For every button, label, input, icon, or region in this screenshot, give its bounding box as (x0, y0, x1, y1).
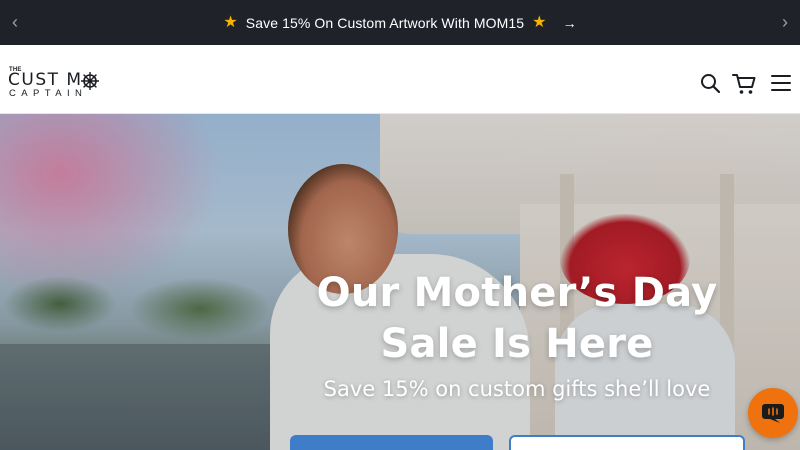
search-icon[interactable] (700, 73, 720, 93)
star-icon: ★ (223, 13, 238, 31)
menu-icon[interactable] (771, 73, 791, 93)
logo-captain: CAPTAIN (9, 88, 88, 99)
announcement-prev-button[interactable]: ‹ (0, 0, 30, 45)
star-icon: ★ (532, 13, 547, 31)
hero-subheadline: Save 15% on custom gifts she’ll love (323, 377, 711, 401)
announcement-text: Save 15% On Custom Artwork With MOM15 (245, 14, 525, 31)
announcement-message[interactable]: ★ Save 15% On Custom Artwork With MOM15 … (223, 13, 577, 31)
chevron-right-icon: › (782, 12, 788, 32)
chat-bubble-icon (762, 404, 784, 423)
chevron-left-icon: ‹ (12, 12, 18, 32)
chat-button[interactable] (748, 388, 798, 438)
announcement-next-button[interactable]: › (770, 0, 800, 45)
logo-custom: CUST M (8, 70, 83, 90)
site-logo[interactable]: THE CUST M CAPTAIN (8, 67, 128, 103)
hero-headline: Our Mother’s Day Sale Is Here (262, 268, 772, 370)
cart-icon[interactable] (732, 73, 756, 95)
hero-banner: Our Mother’s Day Sale Is Here Save 15% o… (0, 114, 800, 450)
site-header: THE CUST M CAPTAIN (0, 45, 800, 114)
hero-primary-button[interactable] (290, 435, 493, 450)
arrow-right-icon: → (562, 14, 577, 31)
hero-headline-line2: Sale Is Here (380, 321, 654, 367)
hero-secondary-button[interactable] (509, 435, 745, 450)
announcement-bar: ‹ ★ Save 15% On Custom Artwork With MOM1… (0, 0, 800, 45)
hero-headline-line1: Our Mother’s Day (316, 270, 718, 316)
